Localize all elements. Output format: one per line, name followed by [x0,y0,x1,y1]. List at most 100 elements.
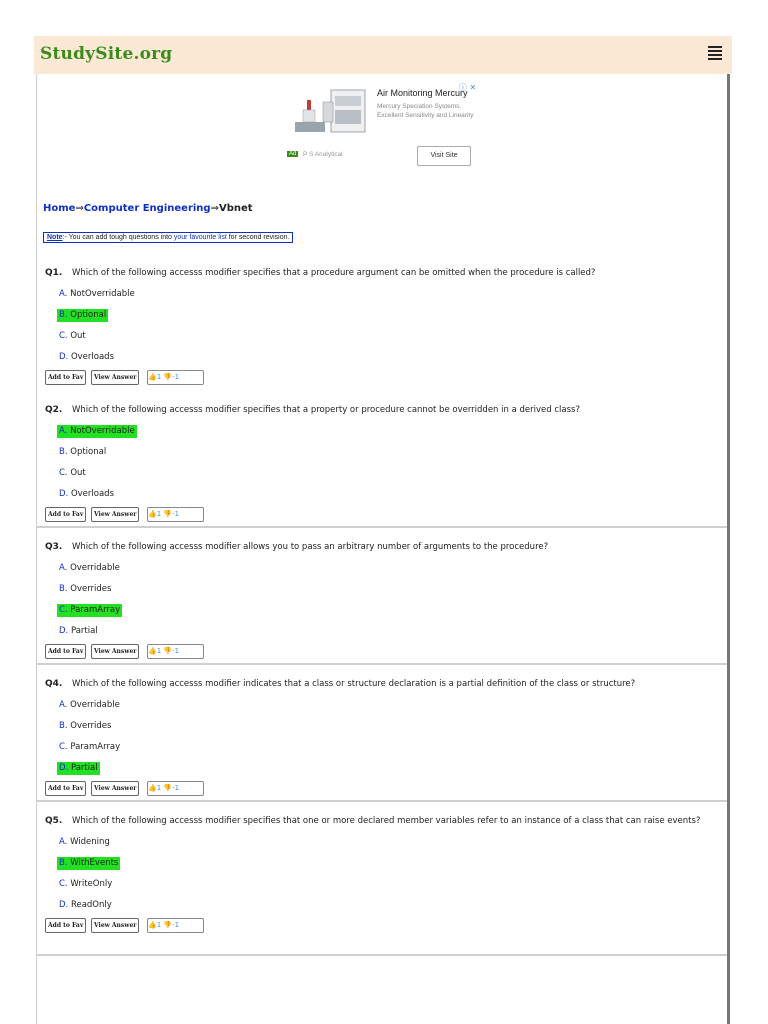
option-text: NotOverridable [70,426,135,436]
question-text: Q2. Which of the following accesss modifi… [45,404,721,417]
answer-option[interactable]: B. Overrides [57,720,733,733]
option-letter: B. [59,858,68,868]
add-to-fav-button[interactable]: Add to Fav [45,370,87,385]
main-content: Air Monitoring Mercury ⓘ ✕ Mercury Speci… [36,74,730,1024]
answer-option[interactable]: A. Overridable [57,699,733,712]
answer-option[interactable]: D. Partial [57,762,733,775]
question-body: Which of the following accesss modifier … [72,816,701,826]
add-to-fav-button[interactable]: Add to Fav [45,918,87,933]
view-answer-button[interactable]: View Answer [91,918,140,933]
answer-option[interactable]: B. Overrides [57,583,733,596]
note-label: Note [47,234,63,241]
answer-option[interactable]: D. ReadOnly [57,899,733,912]
option-letter: D. [59,626,69,636]
option-letter: A. [59,700,68,710]
question-divider [37,526,727,528]
vote-icons[interactable]: 👍1 👎-1 [148,510,179,518]
add-to-fav-button[interactable]: Add to Fav [45,507,87,522]
option-text: NotOverridable [70,289,135,299]
answer-option[interactable]: A. Widening [57,836,733,849]
answer-option[interactable]: B. Optional [57,446,733,459]
question-number: Q5. [45,816,63,826]
answer-option[interactable]: A. NotOverridable [57,288,733,301]
advertisement[interactable]: Air Monitoring Mercury ⓘ ✕ Mercury Speci… [287,78,493,198]
option-text: Optional [70,310,107,320]
option-letter: A. [59,563,68,573]
question-text: Q1. Which of the following accesss modifi… [45,267,721,280]
site-logo[interactable]: StudySite.org [40,44,172,64]
option-text: Overridable [70,700,120,710]
question-divider [37,663,727,665]
option-text: Partial [70,763,98,773]
vote-widget[interactable]: 👍1 👎-1 [147,370,204,385]
question-block: Q3. Which of the following accesss modifi… [45,541,721,660]
answer-option[interactable]: A. NotOverridable [57,425,733,438]
question-number: Q3. [45,542,63,552]
answer-option[interactable]: C. Out [57,467,733,480]
add-to-fav-button[interactable]: Add to Fav [45,644,87,659]
answer-option[interactable]: B. Optional [57,309,733,322]
answer-option[interactable]: D. Overloads [57,351,733,364]
site-header: StudySite.org [34,36,732,74]
question-text: Q5. Which of the following accesss modifi… [45,815,721,828]
ad-info-close-icon[interactable]: ⓘ ✕ [459,82,476,93]
option-text: ParamArray [70,605,121,615]
answer-option[interactable]: C. WriteOnly [57,878,733,891]
ad-title[interactable]: Air Monitoring Mercury [377,88,468,98]
question-block: Q5. Which of the following accesss modifi… [45,815,721,934]
vote-widget[interactable]: 👍1 👎-1 [147,644,204,659]
favourite-list-link[interactable]: your favourite list [174,234,227,241]
option-letter: B. [59,310,68,320]
answer-option[interactable]: D. Partial [57,625,733,638]
option-letter: B. [59,584,68,594]
question-actions: Add to Fav View Answer 👍1 👎-1 [45,644,721,660]
answer-option[interactable]: A. Overridable [57,562,733,575]
question-body: Which of the following accesss modifier … [72,268,596,278]
answer-option[interactable]: C. ParamArray [57,741,733,754]
option-letter: B. [59,447,68,457]
note-box: Note:- You can add tough questions into … [43,232,294,243]
option-letter: C. [59,331,68,341]
breadcrumb-current: Vbnet [218,203,253,214]
breadcrumb-separator: ⇒ [210,203,219,214]
view-answer-button[interactable]: View Answer [91,370,140,385]
answer-option[interactable]: B. WithEvents [57,857,733,870]
question-actions: Add to Fav View Answer 👍1 👎-1 [45,918,721,934]
answer-option[interactable]: C. Out [57,330,733,343]
vote-icons[interactable]: 👍1 👎-1 [148,647,179,655]
vote-icons[interactable]: 👍1 👎-1 [148,784,179,792]
ad-badge: Ad [287,151,299,157]
answer-option[interactable]: D. Overloads [57,488,733,501]
option-letter: C. [59,742,68,752]
view-answer-button[interactable]: View Answer [91,781,140,796]
vote-widget[interactable]: 👍1 👎-1 [147,918,204,933]
option-text: WriteOnly [70,879,113,889]
option-text: WithEvents [70,858,119,868]
hamburger-menu-icon[interactable] [708,46,722,60]
vote-widget[interactable]: 👍1 👎-1 [147,781,204,796]
option-text: Out [70,468,86,478]
breadcrumb-category-link[interactable]: Computer Engineering [84,203,211,214]
vote-widget[interactable]: 👍1 👎-1 [147,507,204,522]
question-block: Q4. Which of the following accesss modifi… [45,678,721,797]
ad-visit-site-button[interactable]: Visit Site [417,146,471,166]
option-letter: C. [59,879,68,889]
option-text: Widening [70,837,110,847]
option-text: Overloads [70,489,114,499]
question-number: Q4. [45,679,63,689]
question-body: Which of the following accesss modifier … [72,542,549,552]
add-to-fav-button[interactable]: Add to Fav [45,781,87,796]
option-text: Optional [70,447,107,457]
question-actions: Add to Fav View Answer 👍1 👎-1 [45,370,721,386]
option-letter: D. [59,763,69,773]
option-text: Overrides [70,584,112,594]
vote-icons[interactable]: 👍1 👎-1 [148,373,179,381]
answer-option[interactable]: C. ParamArray [57,604,733,617]
option-letter: A. [59,426,68,436]
vote-icons[interactable]: 👍1 👎-1 [148,921,179,929]
option-letter: D. [59,900,69,910]
breadcrumb-home-link[interactable]: Home [43,203,75,214]
view-answer-button[interactable]: View Answer [91,644,140,659]
view-answer-button[interactable]: View Answer [91,507,140,522]
breadcrumb-separator: ⇒ [75,203,84,214]
